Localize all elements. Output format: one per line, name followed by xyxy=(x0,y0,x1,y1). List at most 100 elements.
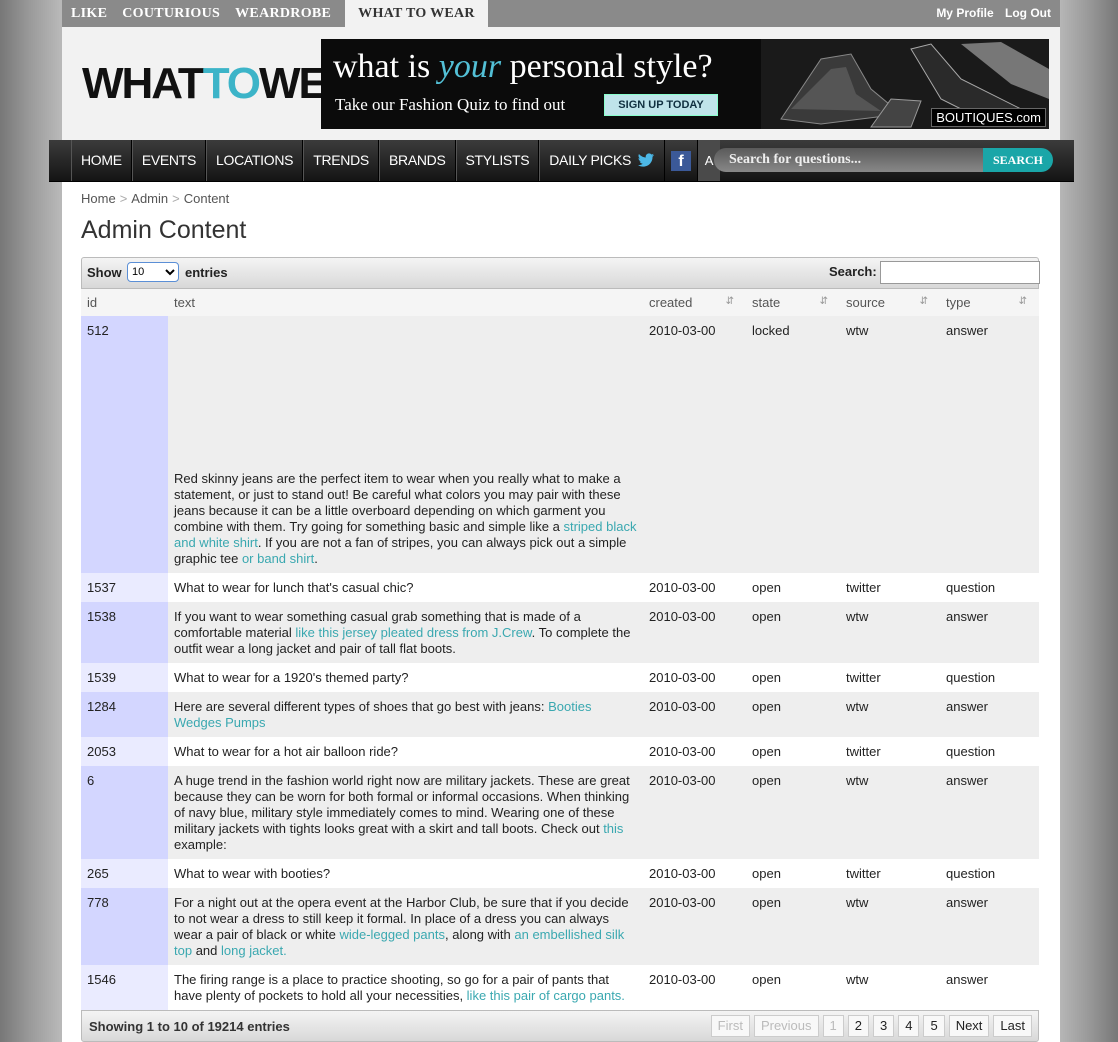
breadcrumb-separator: > xyxy=(119,191,128,206)
pager-page-3[interactable]: 3 xyxy=(872,1015,895,1037)
cell-id: 6 xyxy=(81,766,168,859)
nav-locations[interactable]: LOCATIONS xyxy=(206,140,304,181)
topnav-like[interactable]: LIKE xyxy=(62,0,113,27)
pager-first[interactable]: First xyxy=(710,1015,750,1037)
pager-last[interactable]: Last xyxy=(993,1015,1032,1037)
cell-text: What to wear for a 1920's themed party? xyxy=(168,663,643,692)
pager-page-5[interactable]: 5 xyxy=(923,1015,945,1037)
content-table: id text created ⇵ state ⇵ source ⇵ type ⇵ 51… xyxy=(81,289,1039,1010)
cell-id: 1538 xyxy=(81,602,168,663)
table-row[interactable]: 1284 Here are several different types of … xyxy=(81,692,1039,737)
cell-text: What to wear with booties? xyxy=(168,859,643,888)
table-row[interactable]: 1537 What to wear for lunch that's casual… xyxy=(81,573,1039,602)
column-header-text[interactable]: text xyxy=(168,289,643,316)
text-segment: What to wear for lunch that's casual chi… xyxy=(174,580,414,595)
ad-banner[interactable]: what is your personal style? Take our Fa… xyxy=(321,39,1049,129)
content-link[interactable]: this xyxy=(603,821,623,836)
text-segment: and xyxy=(192,943,221,958)
cell-created: 2010-03-00 xyxy=(643,737,746,766)
nav-home[interactable]: HOME xyxy=(71,140,132,181)
content-link[interactable]: or band shirt xyxy=(242,551,314,566)
topnav-what-to-wear[interactable]: WHAT TO WEAR xyxy=(345,0,488,27)
table-body: 512 Red skinny jeans are the perfect item… xyxy=(81,316,1039,1010)
text-segment: example: xyxy=(174,837,227,852)
pager-page-1[interactable]: 1 xyxy=(822,1015,844,1037)
table-toolbar: Show 10 entries Search: xyxy=(81,257,1040,289)
table-row[interactable]: 778 For a night out at the opera event at… xyxy=(81,888,1039,965)
table-footer: Showing 1 to 10 of 19214 entries First P… xyxy=(81,1010,1039,1042)
table-search-input[interactable] xyxy=(880,261,1040,284)
content-link[interactable]: like this jersey pleated dress from J.Cr… xyxy=(295,625,531,640)
cell-id: 512 xyxy=(81,316,168,573)
cell-text: Here are several different types of shoe… xyxy=(168,692,643,737)
cell-source: wtw xyxy=(840,692,940,737)
show-label: Show xyxy=(87,265,122,280)
entries-label: entries xyxy=(185,265,228,280)
cell-created: 2010-03-00 xyxy=(643,316,746,573)
cell-source: twitter xyxy=(840,737,940,766)
breadcrumb-admin[interactable]: Admin xyxy=(131,191,168,206)
table-row[interactable]: 512 Red skinny jeans are the perfect item… xyxy=(81,316,1039,573)
table-row[interactable]: 6A huge trend in the fashion world right… xyxy=(81,766,1039,859)
banner-headline-pre: what is xyxy=(333,48,439,85)
site-header: WHATTOWEAR what is your personal style? … xyxy=(62,27,1060,140)
table-row[interactable]: 1539 What to wear for a 1920's themed par… xyxy=(81,663,1039,692)
cell-created: 2010-03-00 xyxy=(643,859,746,888)
text-segment: , along with xyxy=(445,927,515,942)
pager-previous[interactable]: Previous xyxy=(753,1015,819,1037)
cell-source: wtw xyxy=(840,316,940,573)
site-search: SEARCH xyxy=(714,148,1054,172)
banner-headline-post: personal style? xyxy=(501,48,713,85)
content-link[interactable]: long jacket. xyxy=(221,943,287,958)
column-header-created[interactable]: created ⇵ xyxy=(643,289,746,316)
table-row[interactable]: 1546 The firing range is a place to pract… xyxy=(81,965,1039,1010)
entries-per-page-select[interactable]: 10 xyxy=(127,262,179,282)
nav-events[interactable]: EVENTS xyxy=(131,140,207,181)
content-link[interactable]: wide-legged pants xyxy=(339,927,445,942)
cell-state: open xyxy=(746,573,840,602)
table-row[interactable]: 265 What to wear with booties? 2010-03-00 o… xyxy=(81,859,1039,888)
log-out-link[interactable]: Log Out xyxy=(1005,6,1051,20)
pager-page-2[interactable]: 2 xyxy=(847,1015,869,1037)
cell-id: 1537 xyxy=(81,573,168,602)
sign-up-button[interactable]: SIGN UP TODAY xyxy=(604,94,718,116)
logo-what: WHAT xyxy=(82,59,205,108)
cell-state: open xyxy=(746,692,840,737)
cell-id: 2053 xyxy=(81,737,168,766)
cell-id: 1284 xyxy=(81,692,168,737)
nav-trends[interactable]: TRENDS xyxy=(303,140,379,181)
content-link[interactable]: like this pair of cargo pants. xyxy=(467,988,625,1003)
banner-headline-em: your xyxy=(438,48,502,85)
topnav-weardrobe[interactable]: WEARDROBE xyxy=(226,0,337,27)
nav-daily-picks[interactable]: DAILY PICKS xyxy=(539,140,666,181)
twitter-icon xyxy=(638,152,655,167)
my-profile-link[interactable]: My Profile xyxy=(936,6,993,20)
column-header-state[interactable]: state ⇵ xyxy=(746,289,840,316)
table-row[interactable]: 1538 If you want to wear something casual… xyxy=(81,602,1039,663)
cell-created: 2010-03-00 xyxy=(643,965,746,1010)
facebook-button[interactable]: f xyxy=(665,140,699,181)
pager-page-4[interactable]: 4 xyxy=(898,1015,920,1037)
search-button[interactable]: SEARCH xyxy=(983,148,1053,172)
column-label: type xyxy=(946,295,971,310)
cell-source: wtw xyxy=(840,965,940,1010)
nav-stylists[interactable]: STYLISTS xyxy=(455,140,540,181)
sort-icon: ⇵ xyxy=(1018,296,1027,307)
main-nav: HOME EVENTS LOCATIONS TRENDS BRANDS STYL… xyxy=(49,140,1074,182)
breadcrumb-home[interactable]: Home xyxy=(81,191,116,206)
column-label: source xyxy=(846,295,886,310)
cell-state: open xyxy=(746,663,840,692)
topnav-couturious[interactable]: COUTURIOUS xyxy=(113,0,226,27)
table-row[interactable]: 2053 What to wear for a hot air balloon r… xyxy=(81,737,1039,766)
pager-next[interactable]: Next xyxy=(948,1015,990,1037)
column-header-source[interactable]: source ⇵ xyxy=(840,289,940,316)
main-nav-items: HOME EVENTS LOCATIONS TRENDS BRANDS STYL… xyxy=(71,140,721,181)
cell-text: The firing range is a place to practice … xyxy=(168,965,643,1010)
nav-brands[interactable]: BRANDS xyxy=(378,140,456,181)
cell-state: locked xyxy=(746,316,840,573)
question-search-input[interactable] xyxy=(714,148,984,172)
nav-daily-picks-label: DAILY PICKS xyxy=(549,152,632,168)
column-header-type[interactable]: type ⇵ xyxy=(940,289,1039,316)
cell-created: 2010-03-00 xyxy=(643,573,746,602)
column-header-id[interactable]: id xyxy=(81,289,168,316)
